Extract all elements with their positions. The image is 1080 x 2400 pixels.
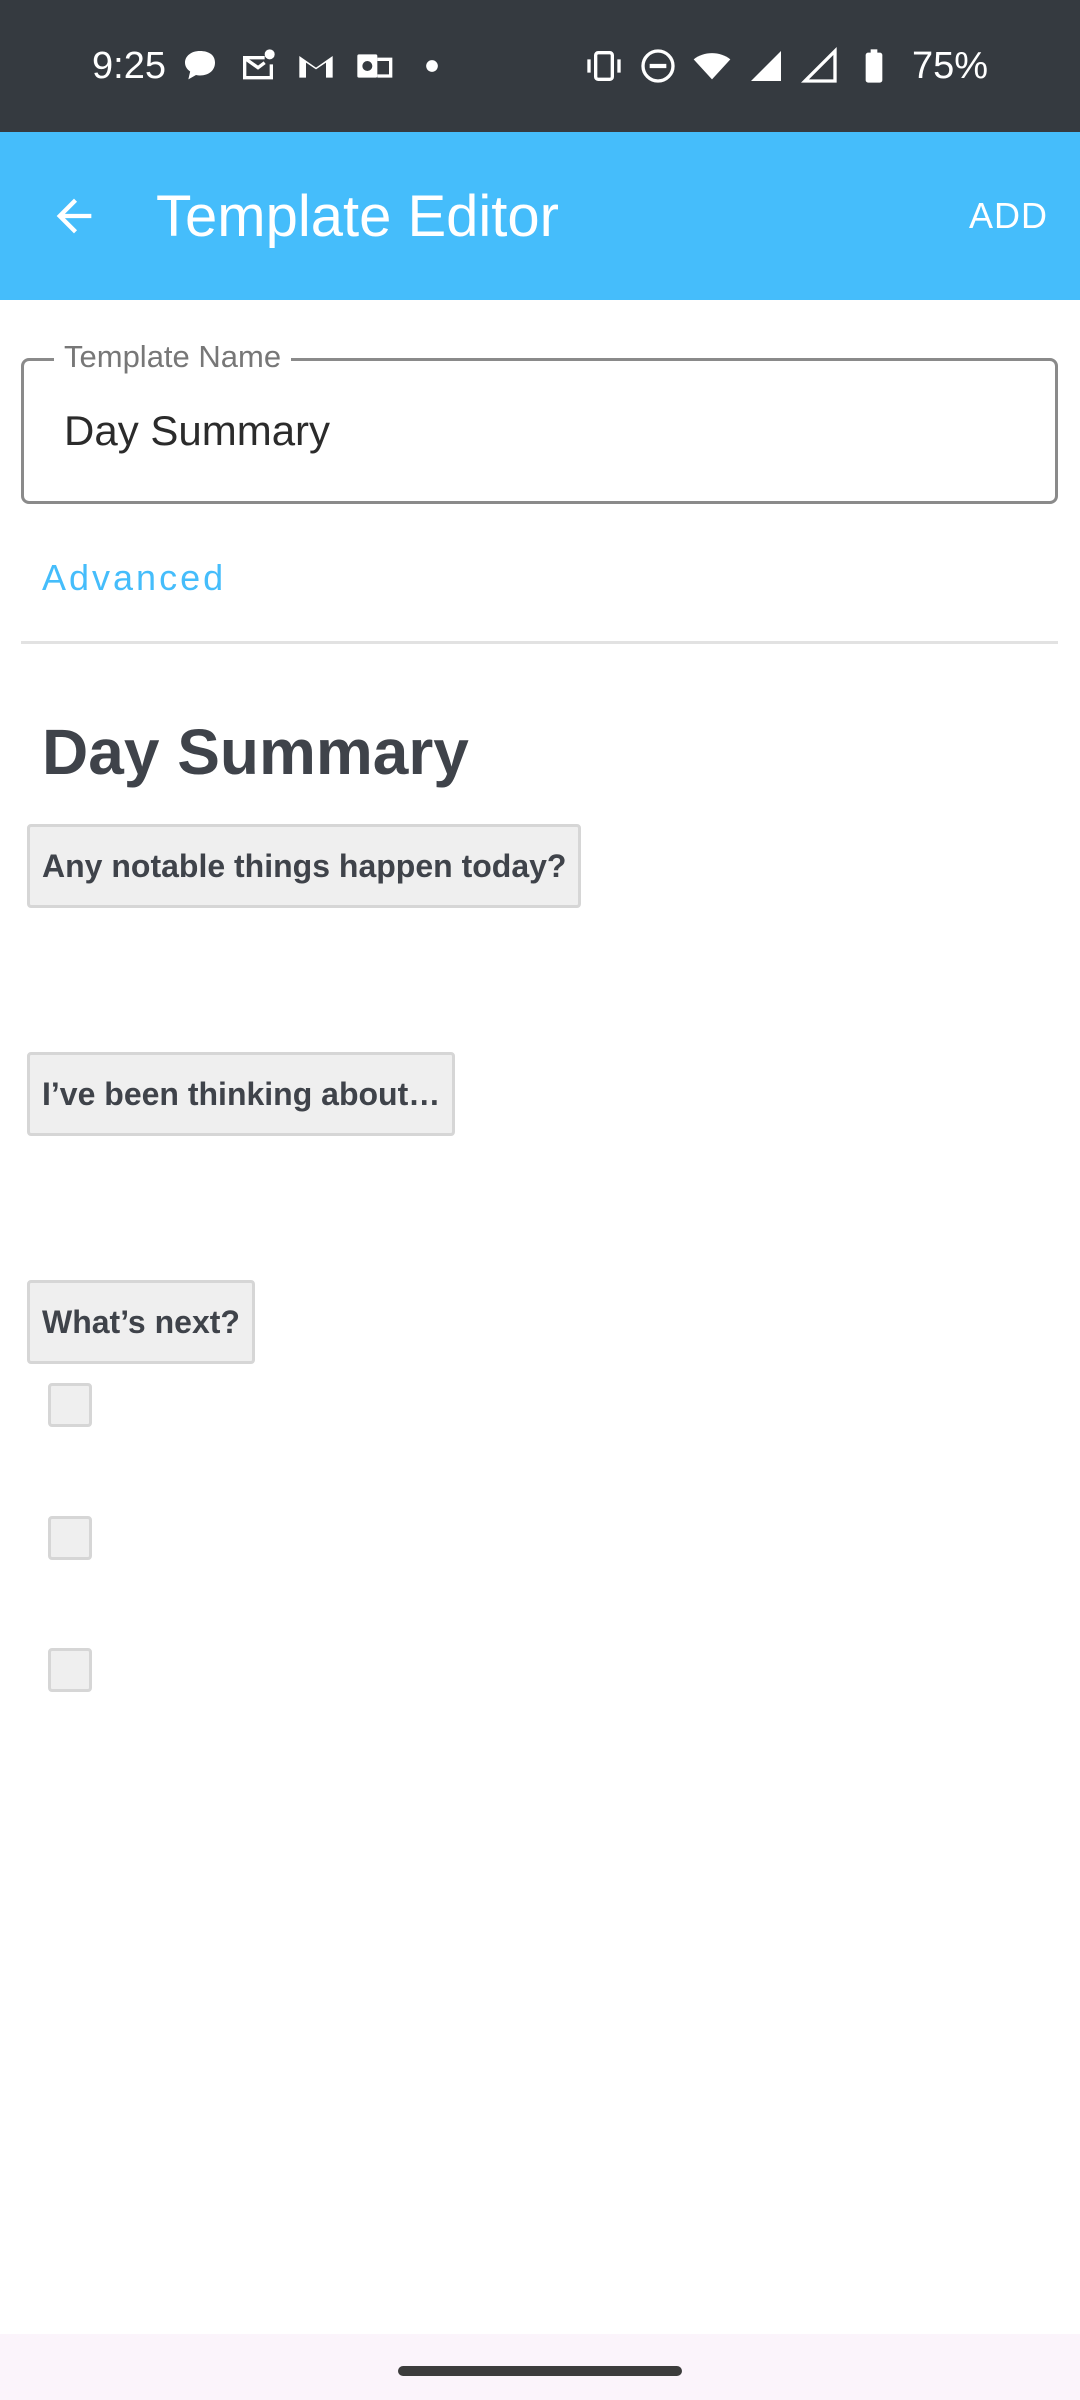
template-heading[interactable]: Day Summary bbox=[42, 712, 469, 792]
add-button[interactable]: ADD bbox=[969, 192, 1048, 240]
more-dot-icon bbox=[426, 60, 438, 72]
app-bar: Template Editor ADD bbox=[0, 132, 1080, 300]
chat-bubble-icon bbox=[185, 51, 215, 80]
back-button[interactable] bbox=[30, 172, 118, 260]
outlook-icon bbox=[357, 54, 393, 78]
template-name-input[interactable]: Day Summary bbox=[64, 405, 330, 457]
advanced-button[interactable]: Advanced bbox=[42, 554, 226, 602]
prompt-chip[interactable]: I’ve been thinking about… bbox=[27, 1052, 456, 1136]
todo-checkbox[interactable] bbox=[48, 1648, 92, 1692]
home-gesture-handle[interactable] bbox=[398, 2366, 682, 2376]
divider bbox=[21, 641, 1058, 644]
notification-icons bbox=[180, 46, 452, 86]
prompt-chip[interactable]: What’s next? bbox=[27, 1280, 255, 1364]
status-bar: 9:25 75% bbox=[0, 0, 1080, 132]
navigation-bar bbox=[0, 2334, 1080, 2400]
gmail-icon bbox=[299, 56, 333, 78]
template-name-field[interactable]: Template Name Day Summary bbox=[21, 337, 1058, 504]
prompt-chip[interactable]: Any notable things happen today? bbox=[27, 824, 582, 908]
status-time: 9:25 bbox=[92, 45, 166, 87]
signal-icon bbox=[800, 46, 837, 83]
battery-percent: 75% bbox=[911, 45, 988, 87]
page-title: Template Editor bbox=[156, 184, 559, 249]
wifi-icon bbox=[693, 53, 731, 80]
system-icons: 75% bbox=[584, 42, 988, 90]
todo-checkbox[interactable] bbox=[48, 1516, 92, 1560]
vibrate-icon bbox=[587, 51, 621, 81]
template-name-label: Template Name bbox=[54, 337, 292, 377]
mail-notification-icon bbox=[243, 49, 275, 80]
battery-icon bbox=[865, 49, 883, 83]
signal-icon bbox=[750, 51, 781, 81]
arrow-back-icon bbox=[56, 198, 92, 234]
todo-checkbox[interactable] bbox=[48, 1383, 92, 1427]
do-not-disturb-icon bbox=[641, 49, 675, 83]
